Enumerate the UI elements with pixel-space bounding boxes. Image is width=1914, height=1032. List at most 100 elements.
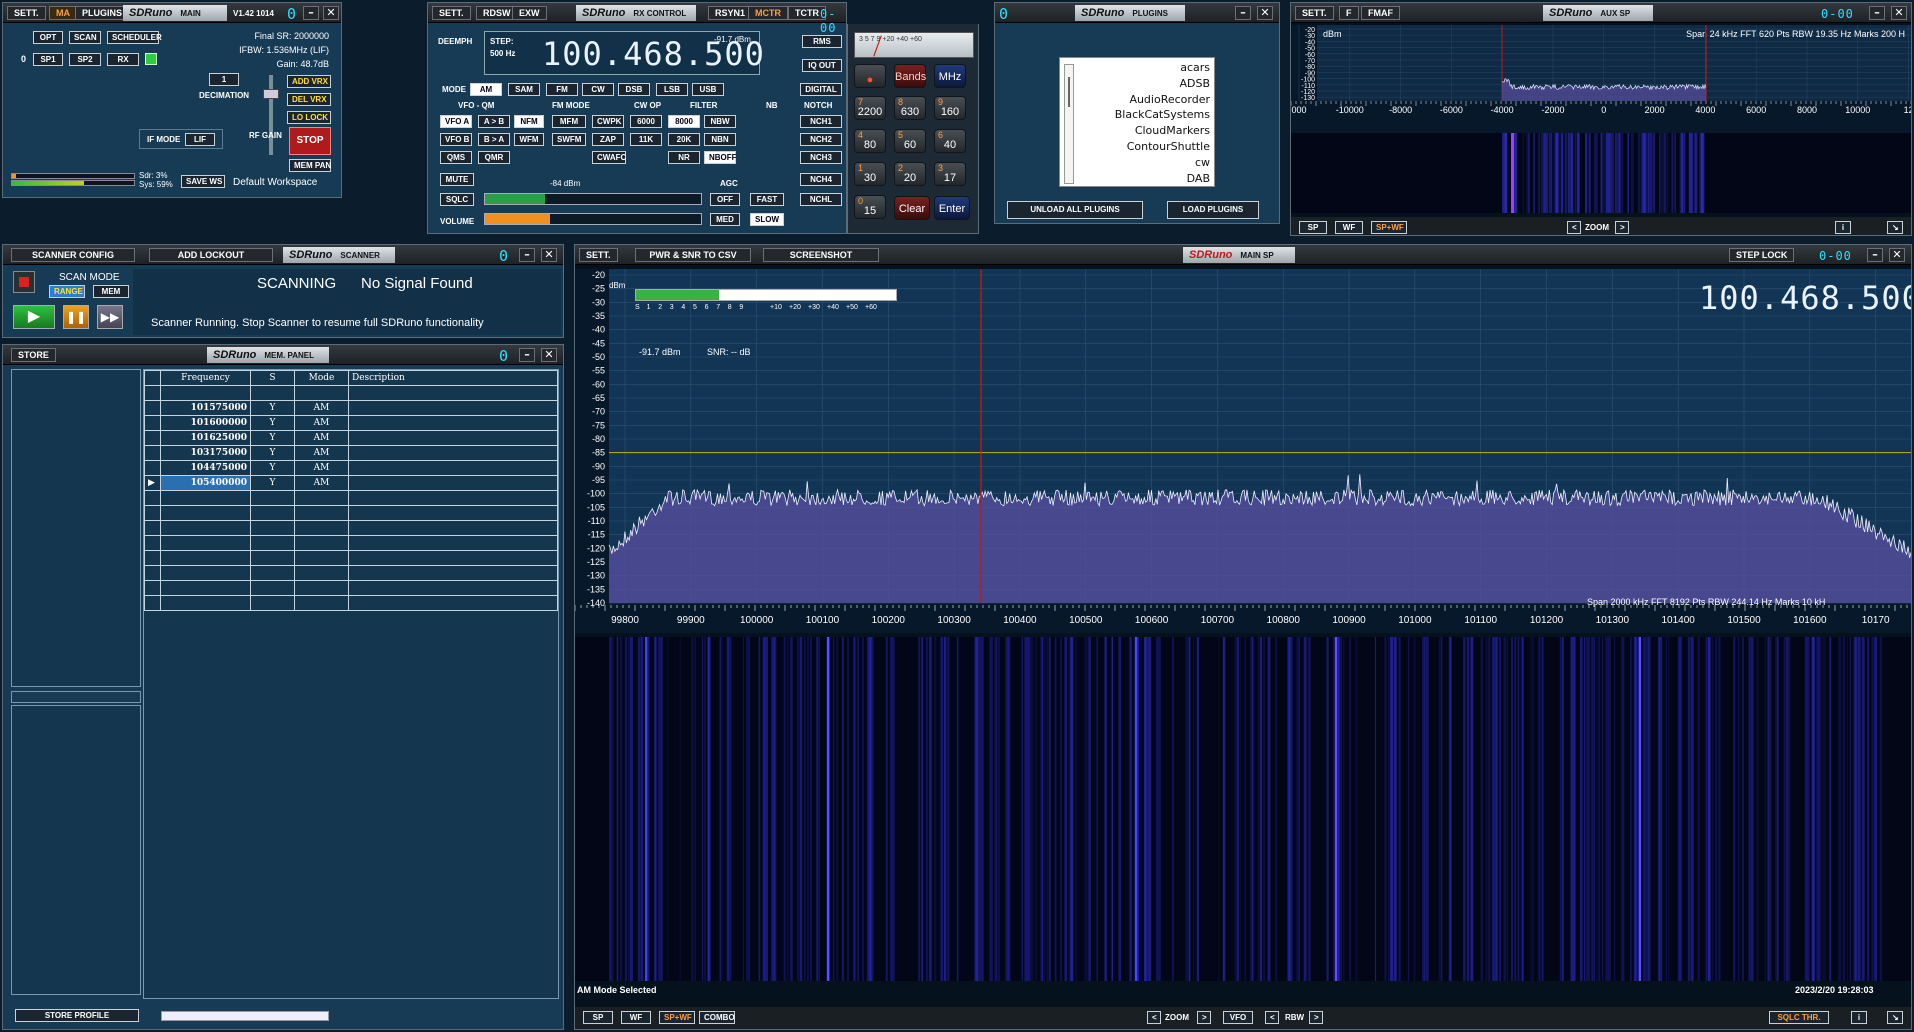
rx-mfm-button[interactable]: MFM — [552, 115, 586, 128]
cell-frequency[interactable] — [160, 565, 251, 581]
cell-frequency[interactable] — [160, 580, 251, 596]
agc-med-button[interactable]: MED — [710, 213, 740, 226]
cell-description[interactable] — [348, 400, 558, 416]
keypad-key-4[interactable]: 4 80 — [854, 129, 886, 153]
cell-description[interactable] — [348, 415, 558, 431]
cell-description[interactable] — [348, 445, 558, 461]
aux-waterfall[interactable] — [1291, 133, 1911, 213]
rx-qmr-button[interactable]: QMR — [478, 151, 510, 164]
cell-mode[interactable] — [294, 385, 349, 401]
table-row[interactable] — [144, 595, 558, 611]
main-sp-spwf-button[interactable]: SP+WF — [659, 1011, 695, 1024]
mem-minimize-button[interactable]: – — [519, 348, 535, 362]
cell-description[interactable] — [348, 565, 558, 581]
cell-frequency[interactable] — [160, 535, 251, 551]
cell-s[interactable]: Y — [250, 445, 295, 461]
plugin-list-item[interactable]: ADSB — [1115, 76, 1210, 92]
main-sp-minimize-button[interactable]: – — [1867, 248, 1883, 262]
rx-nr-button[interactable]: NR — [668, 151, 700, 164]
table-row[interactable]: 104475000 Y AM — [144, 460, 558, 476]
table-row[interactable]: 101575000 Y AM — [144, 400, 558, 416]
cell-description[interactable] — [348, 430, 558, 446]
row-marker[interactable] — [144, 505, 161, 521]
cell-s[interactable] — [250, 595, 295, 611]
row-marker[interactable] — [144, 595, 161, 611]
mode-lsb-button[interactable]: LSB — [656, 83, 688, 96]
rx-nbw-button[interactable]: NBW — [704, 115, 736, 128]
unload-all-plugins-button[interactable]: UNLOAD ALL PLUGINS — [1007, 201, 1143, 219]
cell-frequency[interactable] — [160, 385, 251, 401]
main-sett-button[interactable]: SETT. — [7, 6, 46, 20]
col-frequency[interactable]: Frequency — [160, 370, 251, 386]
cell-mode[interactable] — [294, 595, 349, 611]
main-sp-sp-button[interactable]: SP — [583, 1011, 613, 1024]
rx-sett-button[interactable]: SETT. — [432, 6, 471, 20]
rx-zap-button[interactable]: ZAP — [592, 133, 624, 146]
rbw-up-button[interactable]: > — [1309, 1011, 1323, 1024]
keypad-key-7[interactable]: 7 2200 — [854, 96, 886, 120]
mode-am-button[interactable]: AM — [470, 83, 502, 96]
cell-mode[interactable] — [294, 550, 349, 566]
main-ma-button[interactable]: MA — [49, 6, 77, 20]
clear-key[interactable]: Clear — [894, 196, 930, 220]
cell-description[interactable] — [348, 490, 558, 506]
table-row[interactable] — [144, 565, 558, 581]
cell-frequency[interactable] — [160, 595, 251, 611]
cell-description[interactable] — [348, 505, 558, 521]
main-minimize-button[interactable]: – — [303, 6, 319, 20]
mode-dsb-button[interactable]: DSB — [618, 83, 650, 96]
col-mode[interactable]: Mode — [294, 370, 349, 386]
main-close-button[interactable]: ✕ — [323, 6, 339, 20]
table-row[interactable] — [144, 520, 558, 536]
exw-button[interactable]: EXW — [512, 6, 547, 20]
aux-close-button[interactable]: ✕ — [1891, 6, 1907, 20]
cell-mode[interactable] — [294, 580, 349, 596]
cell-frequency[interactable]: 103175000 — [160, 445, 251, 461]
table-row[interactable] — [144, 490, 558, 506]
zoom-in-button[interactable]: > — [1197, 1011, 1211, 1024]
plugins-minimize-button[interactable]: – — [1235, 6, 1251, 20]
aux-minimize-button[interactable]: – — [1869, 6, 1885, 20]
scanner-close-button[interactable]: ✕ — [541, 248, 557, 262]
rx-nch3-button[interactable]: NCH3 — [800, 151, 842, 164]
keypad-key-6[interactable]: 6 40 — [934, 129, 966, 153]
row-marker[interactable] — [144, 400, 161, 416]
rx-20k-button[interactable]: 20K — [668, 133, 700, 146]
cell-s[interactable] — [250, 535, 295, 551]
cell-s[interactable] — [250, 580, 295, 596]
scheduler-button[interactable]: SCHEDULER — [107, 31, 162, 44]
cell-mode[interactable]: AM — [294, 430, 349, 446]
plugin-list-item[interactable]: ContourShuttle — [1115, 139, 1210, 155]
mute-button[interactable]: MUTE — [440, 173, 474, 186]
row-marker[interactable] — [144, 415, 161, 431]
row-marker[interactable]: ▶ — [144, 475, 161, 491]
table-row[interactable]: 101625000 Y AM — [144, 430, 558, 446]
cell-frequency[interactable] — [160, 505, 251, 521]
cell-mode[interactable]: AM — [294, 475, 349, 491]
record-key[interactable]: ● — [854, 64, 886, 88]
row-marker[interactable] — [144, 565, 161, 581]
table-row[interactable] — [144, 385, 558, 401]
cell-s[interactable]: Y — [250, 430, 295, 446]
bands-key[interactable]: Bands — [894, 64, 926, 88]
plugin-list-item[interactable]: cw — [1115, 155, 1210, 171]
cell-mode[interactable]: AM — [294, 460, 349, 476]
row-marker[interactable] — [144, 490, 161, 506]
squelch-bar[interactable] — [484, 193, 702, 205]
cell-description[interactable] — [348, 595, 558, 611]
rx-swfm-button[interactable]: SWFM — [552, 133, 586, 146]
row-marker[interactable] — [144, 430, 161, 446]
plugin-list-item[interactable]: AudioRecorder — [1115, 92, 1210, 108]
sp1-button[interactable]: SP1 — [33, 53, 63, 66]
mode-usb-button[interactable]: USB — [692, 83, 724, 96]
step-lock-button[interactable]: STEP LOCK — [1729, 248, 1795, 262]
mem-table-scrollbar[interactable] — [161, 1011, 329, 1021]
range-button[interactable]: RANGE — [49, 285, 85, 298]
scanner-minimize-button[interactable]: – — [519, 248, 535, 262]
cell-mode[interactable]: AM — [294, 400, 349, 416]
cell-s[interactable]: Y — [250, 400, 295, 416]
cell-s[interactable]: Y — [250, 415, 295, 431]
add-vrx-button[interactable]: ADD VRX — [287, 75, 331, 88]
cell-frequency[interactable]: 101625000 — [160, 430, 251, 446]
rx-cwpk-button[interactable]: CWPK — [592, 115, 624, 128]
